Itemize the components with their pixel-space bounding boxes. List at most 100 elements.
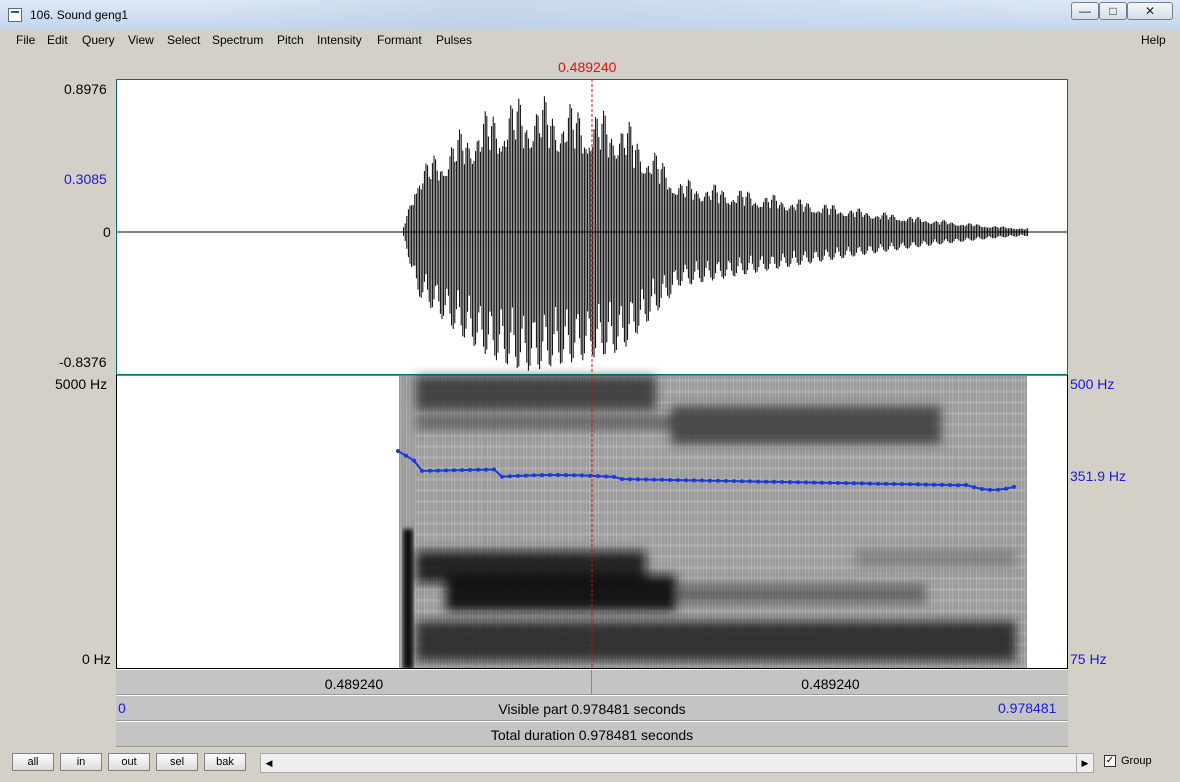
spectrogram-bottom-freq: 0 Hz [82,651,111,667]
pitch-point [844,481,848,486]
pitch-point [876,481,880,486]
menu-query[interactable]: Query [82,33,115,47]
pitch-point [684,478,688,483]
pitch-point [636,477,640,482]
zoom-selection-button[interactable]: sel [156,753,198,771]
pitch-point [772,479,776,484]
pitch-point [996,487,1000,492]
menu-formant[interactable]: Formant [377,33,422,47]
pitch-current-label: 351.9 Hz [1070,468,1127,484]
pitch-point [836,481,840,485]
menu-pulses[interactable]: Pulses [436,33,472,47]
pitch-point [868,481,872,486]
pitch-point [492,467,496,472]
pitch-point [644,477,648,482]
timebar-right-segment[interactable]: 0.489240 [593,670,1068,694]
minimize-icon[interactable]: — [1071,2,1099,20]
pitch-point [460,468,464,473]
pitch-point [852,481,856,486]
pitch-point [556,473,560,477]
pitch-point [820,480,824,485]
total-duration-text: Total duration 0.978481 seconds [490,727,694,743]
pitch-point [468,467,472,472]
waveform-max-label: 0.8976 [64,81,107,97]
pitch-point [420,468,424,473]
spectrogram-view[interactable] [396,376,1027,669]
pitch-point [1012,484,1016,489]
pitch-point [476,467,480,472]
menu-view[interactable]: View [128,33,154,47]
zoom-back-button[interactable]: bak [204,753,246,771]
scroll-right-icon[interactable]: ▶ [1076,754,1093,772]
pitch-point [540,473,544,478]
maximize-icon[interactable]: □ [1099,2,1127,20]
pitch-point [628,477,632,482]
pitch-point [548,473,552,477]
pitch-point [660,477,664,482]
pitch-point [980,487,984,491]
pitch-point [484,467,488,472]
zoom-all-button[interactable]: all [12,753,54,771]
pitch-top-label: 500 Hz [1070,376,1115,392]
waveform-trace [403,96,1029,371]
pitch-point [692,478,696,483]
pitch-point [604,474,608,479]
pitch-point [532,473,536,478]
pitch-point [444,468,448,473]
zoom-out-button[interactable]: out [108,753,150,771]
horizontal-scrollbar[interactable]: ◀ ▶ [260,753,1094,773]
zoom-in-button[interactable]: in [60,753,102,771]
pitch-point [652,477,656,482]
menu-intensity[interactable]: Intensity [317,33,362,47]
pitch-point [756,479,760,484]
group-checkbox[interactable]: ✓ [1104,755,1116,767]
menu-edit[interactable]: Edit [47,33,68,47]
selection-timebar[interactable]: 0.489240 0.489240 [116,669,1068,695]
pitch-point [780,480,784,484]
pitch-point [668,478,672,482]
menu-help[interactable]: Help [1141,33,1166,47]
title-bar: 106. Sound geng1 — □ ✕ [0,0,1180,30]
pitch-point [764,479,768,484]
waveform-zero-label: 0 [103,224,111,240]
pitch-point [1004,486,1008,491]
menu-bar: File Edit Query View Select Spectrum Pit… [10,30,1172,50]
pitch-point [404,453,408,458]
menu-pitch[interactable]: Pitch [277,33,304,47]
visible-part-bar[interactable]: 0 Visible part 0.978481 seconds 0.978481 [116,695,1068,721]
menu-file[interactable]: File [16,33,35,47]
menu-spectrum[interactable]: Spectrum [212,33,263,47]
pitch-point [884,481,888,486]
signal-view[interactable] [116,79,1068,669]
pitch-point [740,479,744,484]
close-icon[interactable]: ✕ [1127,2,1173,20]
pitch-point [924,482,928,487]
pitch-point [788,480,792,485]
pitch-point [932,482,936,487]
scroll-left-icon[interactable]: ◀ [261,754,277,772]
pitch-point [580,473,584,478]
pitch-point [732,479,736,484]
pitch-point [948,483,952,487]
pitch-point [612,474,616,479]
pitch-point [940,482,944,487]
pitch-point [796,480,800,485]
app-icon [8,8,22,22]
timebar-divider [591,670,592,694]
bottom-toolbar: all in out sel bak ◀ ▶ ✓ Group [10,748,1172,776]
pitch-point [860,481,864,486]
pitch-point [436,468,440,473]
timebar-left-segment[interactable]: 0.489240 [116,670,592,694]
menu-select[interactable]: Select [167,33,200,47]
visible-part-text: Visible part 0.978481 seconds [498,701,686,717]
waveform-min-label: -0.8376 [59,354,107,370]
pitch-point [524,473,528,478]
pitch-point [508,474,512,479]
plot-canvas[interactable] [116,79,1068,669]
pitch-point [972,485,976,490]
pitch-point [588,473,592,478]
total-duration-bar[interactable]: Total duration 0.978481 seconds [116,721,1068,747]
cursor-time-label: 0.489240 [558,59,617,75]
pitch-point [516,473,520,478]
pitch-bottom-label: 75 Hz [1070,651,1107,667]
